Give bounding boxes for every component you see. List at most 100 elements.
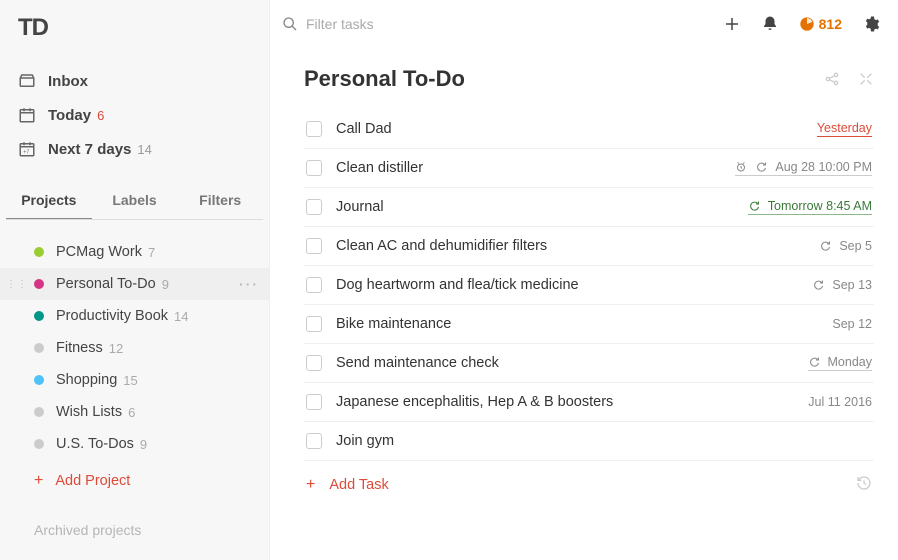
project-color-dot bbox=[34, 375, 44, 385]
project-count: 9 bbox=[140, 437, 147, 452]
task-due-text: Sep 13 bbox=[832, 278, 872, 292]
history-button[interactable] bbox=[856, 475, 872, 495]
task-due[interactable]: Jul 11 2016 bbox=[808, 395, 872, 409]
project-count: 12 bbox=[109, 341, 123, 356]
task-due[interactable]: Yesterday bbox=[817, 121, 872, 137]
search-input[interactable] bbox=[306, 16, 506, 32]
task-checkbox[interactable] bbox=[306, 355, 322, 371]
logo-text: TD bbox=[18, 14, 48, 41]
task-title: Join gym bbox=[336, 433, 872, 449]
task-due[interactable]: Sep 5 bbox=[819, 239, 872, 253]
karma-indicator[interactable]: 812 bbox=[799, 16, 842, 32]
nav-section: Inbox Today 6 +7 Next 7 days 14 bbox=[0, 58, 269, 174]
plus-icon: + bbox=[306, 476, 315, 494]
nav-next7-label: Next 7 days bbox=[48, 141, 131, 158]
project-color-dot bbox=[34, 343, 44, 353]
reminder-icon bbox=[735, 161, 747, 173]
project-label: Personal To-Do bbox=[56, 276, 156, 292]
tab-filters[interactable]: Filters bbox=[177, 184, 263, 220]
task-title: Call Dad bbox=[336, 121, 817, 137]
nav-inbox-label: Inbox bbox=[48, 73, 88, 90]
task-due[interactable]: Monday bbox=[808, 355, 872, 371]
task-checkbox[interactable] bbox=[306, 199, 322, 215]
svg-text:+7: +7 bbox=[23, 150, 29, 156]
nav-today[interactable]: Today 6 bbox=[0, 98, 269, 132]
task-due[interactable]: Sep 13 bbox=[812, 278, 872, 292]
task-checkbox[interactable] bbox=[306, 277, 322, 293]
project-item[interactable]: ⋮⋮Fitness12··· bbox=[0, 332, 269, 364]
sidebar-tabs: Projects Labels Filters bbox=[0, 174, 269, 220]
tab-labels[interactable]: Labels bbox=[92, 184, 178, 220]
tab-projects[interactable]: Projects bbox=[6, 184, 92, 220]
bell-icon bbox=[761, 15, 779, 33]
nav-inbox[interactable]: Inbox bbox=[0, 64, 269, 98]
task-row[interactable]: Clean AC and dehumidifier filters Sep 5 bbox=[304, 227, 874, 266]
add-task-button[interactable]: + Add Task bbox=[304, 461, 874, 509]
notifications-button[interactable] bbox=[761, 15, 779, 33]
project-color-dot bbox=[34, 279, 44, 289]
task-due[interactable]: Sep 12 bbox=[832, 317, 872, 331]
task-row[interactable]: Japanese encephalitis, Hep A & B booster… bbox=[304, 383, 874, 422]
add-project-label: Add Project bbox=[55, 473, 130, 489]
task-due[interactable]: Tomorrow 8:45 AM bbox=[748, 199, 872, 215]
project-label: Fitness bbox=[56, 340, 103, 356]
task-row[interactable]: Send maintenance checkMonday bbox=[304, 344, 874, 383]
task-due-text: Jul 11 2016 bbox=[808, 395, 872, 409]
plus-icon: + bbox=[34, 472, 43, 490]
task-row[interactable]: Call DadYesterday bbox=[304, 110, 874, 149]
project-item[interactable]: ⋮⋮U.S. To-Dos9··· bbox=[0, 428, 269, 460]
drag-handle-icon[interactable]: ⋮⋮ bbox=[6, 279, 28, 290]
task-checkbox[interactable] bbox=[306, 121, 322, 137]
topbar: 812 bbox=[270, 0, 898, 48]
project-item[interactable]: ⋮⋮Wish Lists6··· bbox=[0, 396, 269, 428]
project-color-dot bbox=[34, 247, 44, 257]
project-count: 9 bbox=[162, 277, 169, 292]
project-count: 6 bbox=[128, 405, 135, 420]
task-checkbox[interactable] bbox=[306, 238, 322, 254]
project-item[interactable]: ⋮⋮PCMag Work7··· bbox=[0, 236, 269, 268]
task-row[interactable]: Bike maintenanceSep 12 bbox=[304, 305, 874, 344]
share-icon[interactable] bbox=[824, 71, 840, 87]
task-title: Send maintenance check bbox=[336, 355, 808, 371]
project-list: ⋮⋮ PCMag Work 7 ···⋮⋮ Personal To-Do 9 ···⋮⋮Pr… bbox=[0, 230, 269, 460]
task-row[interactable]: Join gym bbox=[304, 422, 874, 461]
settings-button[interactable] bbox=[862, 15, 880, 33]
nav-today-count: 6 bbox=[97, 108, 104, 123]
tools-icon[interactable] bbox=[858, 71, 874, 87]
task-checkbox[interactable] bbox=[306, 394, 322, 410]
calendar-week-icon: +7 bbox=[18, 140, 36, 158]
recurring-icon bbox=[755, 161, 767, 173]
nav-today-label: Today bbox=[48, 107, 91, 124]
task-title: Japanese encephalitis, Hep A & B booster… bbox=[336, 394, 808, 410]
project-item[interactable]: ⋮⋮ Personal To-Do 9 ··· bbox=[0, 268, 269, 300]
project-color-dot bbox=[34, 407, 44, 417]
project-label: PCMag Work bbox=[56, 244, 142, 260]
task-list: Call DadYesterdayClean distillerAug 28 1… bbox=[304, 110, 874, 461]
task-title: Clean AC and dehumidifier filters bbox=[336, 238, 819, 254]
task-row[interactable]: Dog heartworm and flea/tick medicine Sep … bbox=[304, 266, 874, 305]
karma-icon bbox=[799, 16, 815, 32]
task-checkbox[interactable] bbox=[306, 433, 322, 449]
add-task-label: Add Task bbox=[329, 477, 388, 493]
quick-add-button[interactable] bbox=[723, 15, 741, 33]
task-title: Dog heartworm and flea/tick medicine bbox=[336, 277, 812, 293]
add-project-button[interactable]: + Add Project bbox=[0, 460, 269, 502]
task-due-text: Sep 5 bbox=[839, 239, 872, 253]
task-checkbox[interactable] bbox=[306, 160, 322, 176]
task-due-text: Tomorrow 8:45 AM bbox=[768, 199, 872, 213]
project-item[interactable]: ⋮⋮Shopping15··· bbox=[0, 364, 269, 396]
search-box[interactable] bbox=[282, 16, 723, 32]
nav-next7[interactable]: +7 Next 7 days 14 bbox=[0, 132, 269, 166]
task-title: Bike maintenance bbox=[336, 316, 832, 332]
task-due[interactable]: Aug 28 10:00 PM bbox=[735, 160, 872, 176]
page-title: Personal To-Do bbox=[304, 66, 824, 92]
project-count: 7 bbox=[148, 245, 155, 260]
nav-next7-count: 14 bbox=[137, 142, 151, 157]
task-checkbox[interactable] bbox=[306, 316, 322, 332]
archived-projects-link[interactable]: Archived projects bbox=[0, 502, 269, 548]
project-color-dot bbox=[34, 311, 44, 321]
project-item[interactable]: ⋮⋮Productivity Book14··· bbox=[0, 300, 269, 332]
task-row[interactable]: JournalTomorrow 8:45 AM bbox=[304, 188, 874, 227]
task-row[interactable]: Clean distillerAug 28 10:00 PM bbox=[304, 149, 874, 188]
project-more-button[interactable]: ··· bbox=[239, 276, 259, 292]
